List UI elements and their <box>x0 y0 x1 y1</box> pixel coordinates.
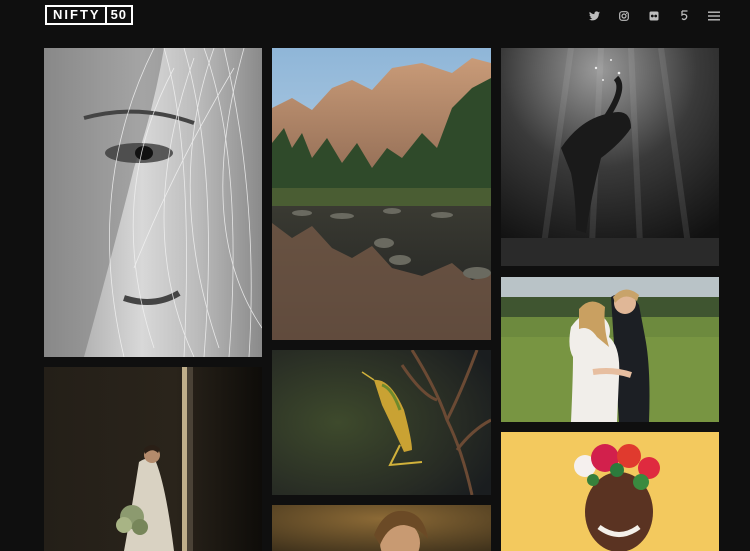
top-bar: NIFTY 50 <box>0 0 750 36</box>
site-logo[interactable]: NIFTY 50 <box>45 5 134 25</box>
hamburger-menu-icon[interactable] <box>706 8 722 24</box>
photo-underwater-swimmer <box>501 48 719 266</box>
photo-face-portrait <box>44 48 262 357</box>
gallery-item-underwater-swimmer[interactable] <box>501 48 719 266</box>
gallery-item-child-portrait[interactable] <box>272 505 491 551</box>
gallery-item-couple-field[interactable] <box>501 277 719 422</box>
gallery-item-face-portrait[interactable] <box>44 48 262 357</box>
flickr-icon[interactable] <box>646 8 662 24</box>
photo-child-portrait <box>272 505 491 551</box>
photo-flower-crown <box>501 432 719 551</box>
photo-mountain-reflection <box>272 48 491 340</box>
logo-word: NIFTY <box>53 7 101 22</box>
photo-couple-field <box>501 277 719 422</box>
twitter-icon[interactable] <box>586 8 602 24</box>
social-icons <box>586 8 722 24</box>
logo-number: 50 <box>104 7 131 23</box>
instagram-icon[interactable] <box>616 8 632 24</box>
photo-grasshopper <box>272 350 491 495</box>
gallery-item-grasshopper[interactable] <box>272 350 491 495</box>
gallery-item-mountain-reflection[interactable] <box>272 48 491 340</box>
500px-icon[interactable] <box>676 8 692 24</box>
gallery-item-flower-crown[interactable] <box>501 432 719 551</box>
gallery-item-bride-window[interactable] <box>44 367 262 551</box>
photo-bride-window <box>44 367 262 551</box>
